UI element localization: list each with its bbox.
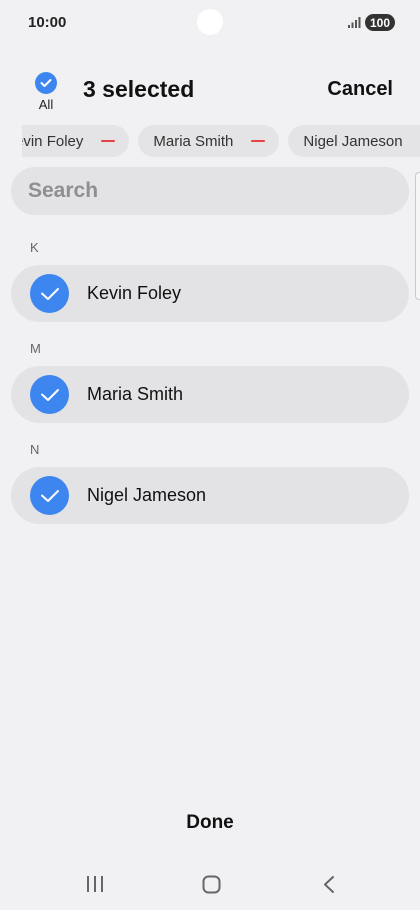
back-icon[interactable] bbox=[322, 875, 336, 894]
battery-indicator: 100 bbox=[365, 14, 396, 31]
check-icon[interactable] bbox=[30, 476, 69, 515]
selected-chip[interactable]: Nigel Jameson bbox=[288, 125, 420, 157]
contact-name: Maria Smith bbox=[87, 384, 184, 404]
home-icon[interactable] bbox=[202, 875, 221, 894]
selected-chip[interactable]: Maria Smith bbox=[138, 125, 280, 157]
check-icon[interactable] bbox=[30, 274, 69, 313]
cancel-button[interactable]: Cancel bbox=[327, 78, 393, 101]
search-bar[interactable] bbox=[11, 167, 409, 215]
contact-name: Nigel Jameson bbox=[87, 485, 207, 505]
select-all-toggle[interactable]: All bbox=[28, 72, 64, 112]
chip-label: Kevin Foley bbox=[22, 132, 84, 150]
contact-row[interactable]: Nigel Jameson bbox=[11, 467, 409, 524]
section-header-n: N bbox=[30, 442, 40, 457]
contact-row[interactable]: Maria Smith bbox=[11, 366, 409, 423]
signal-icon bbox=[348, 17, 361, 28]
search-input[interactable] bbox=[28, 179, 409, 203]
navigation-bar bbox=[0, 866, 420, 906]
check-icon bbox=[35, 72, 57, 94]
chip-label: Nigel Jameson bbox=[303, 132, 403, 150]
selected-chip[interactable]: Kevin Foley bbox=[22, 125, 130, 157]
section-header-m: M bbox=[30, 341, 41, 356]
check-icon[interactable] bbox=[30, 375, 69, 414]
scrollbar[interactable] bbox=[415, 172, 420, 300]
done-button[interactable]: Done bbox=[0, 812, 420, 834]
chip-label: Maria Smith bbox=[153, 132, 234, 150]
status-time: 10:00 bbox=[28, 14, 67, 31]
section-header-k: K bbox=[30, 240, 39, 255]
minus-icon[interactable] bbox=[101, 140, 116, 142]
select-all-label: All bbox=[38, 97, 54, 112]
camera-cutout bbox=[197, 9, 223, 35]
contact-row[interactable]: Kevin Foley bbox=[11, 265, 409, 322]
status-bar: 10:00 100 bbox=[0, 0, 420, 46]
selection-header: All 3 selected Cancel bbox=[0, 60, 420, 120]
selected-chips-bar[interactable]: Kevin Foley Maria Smith Nigel Jameson bbox=[22, 125, 420, 159]
selected-count: 3 selected bbox=[83, 76, 195, 102]
recent-apps-icon[interactable] bbox=[86, 876, 104, 892]
minus-icon[interactable] bbox=[251, 140, 266, 142]
contact-name: Kevin Foley bbox=[87, 283, 182, 303]
